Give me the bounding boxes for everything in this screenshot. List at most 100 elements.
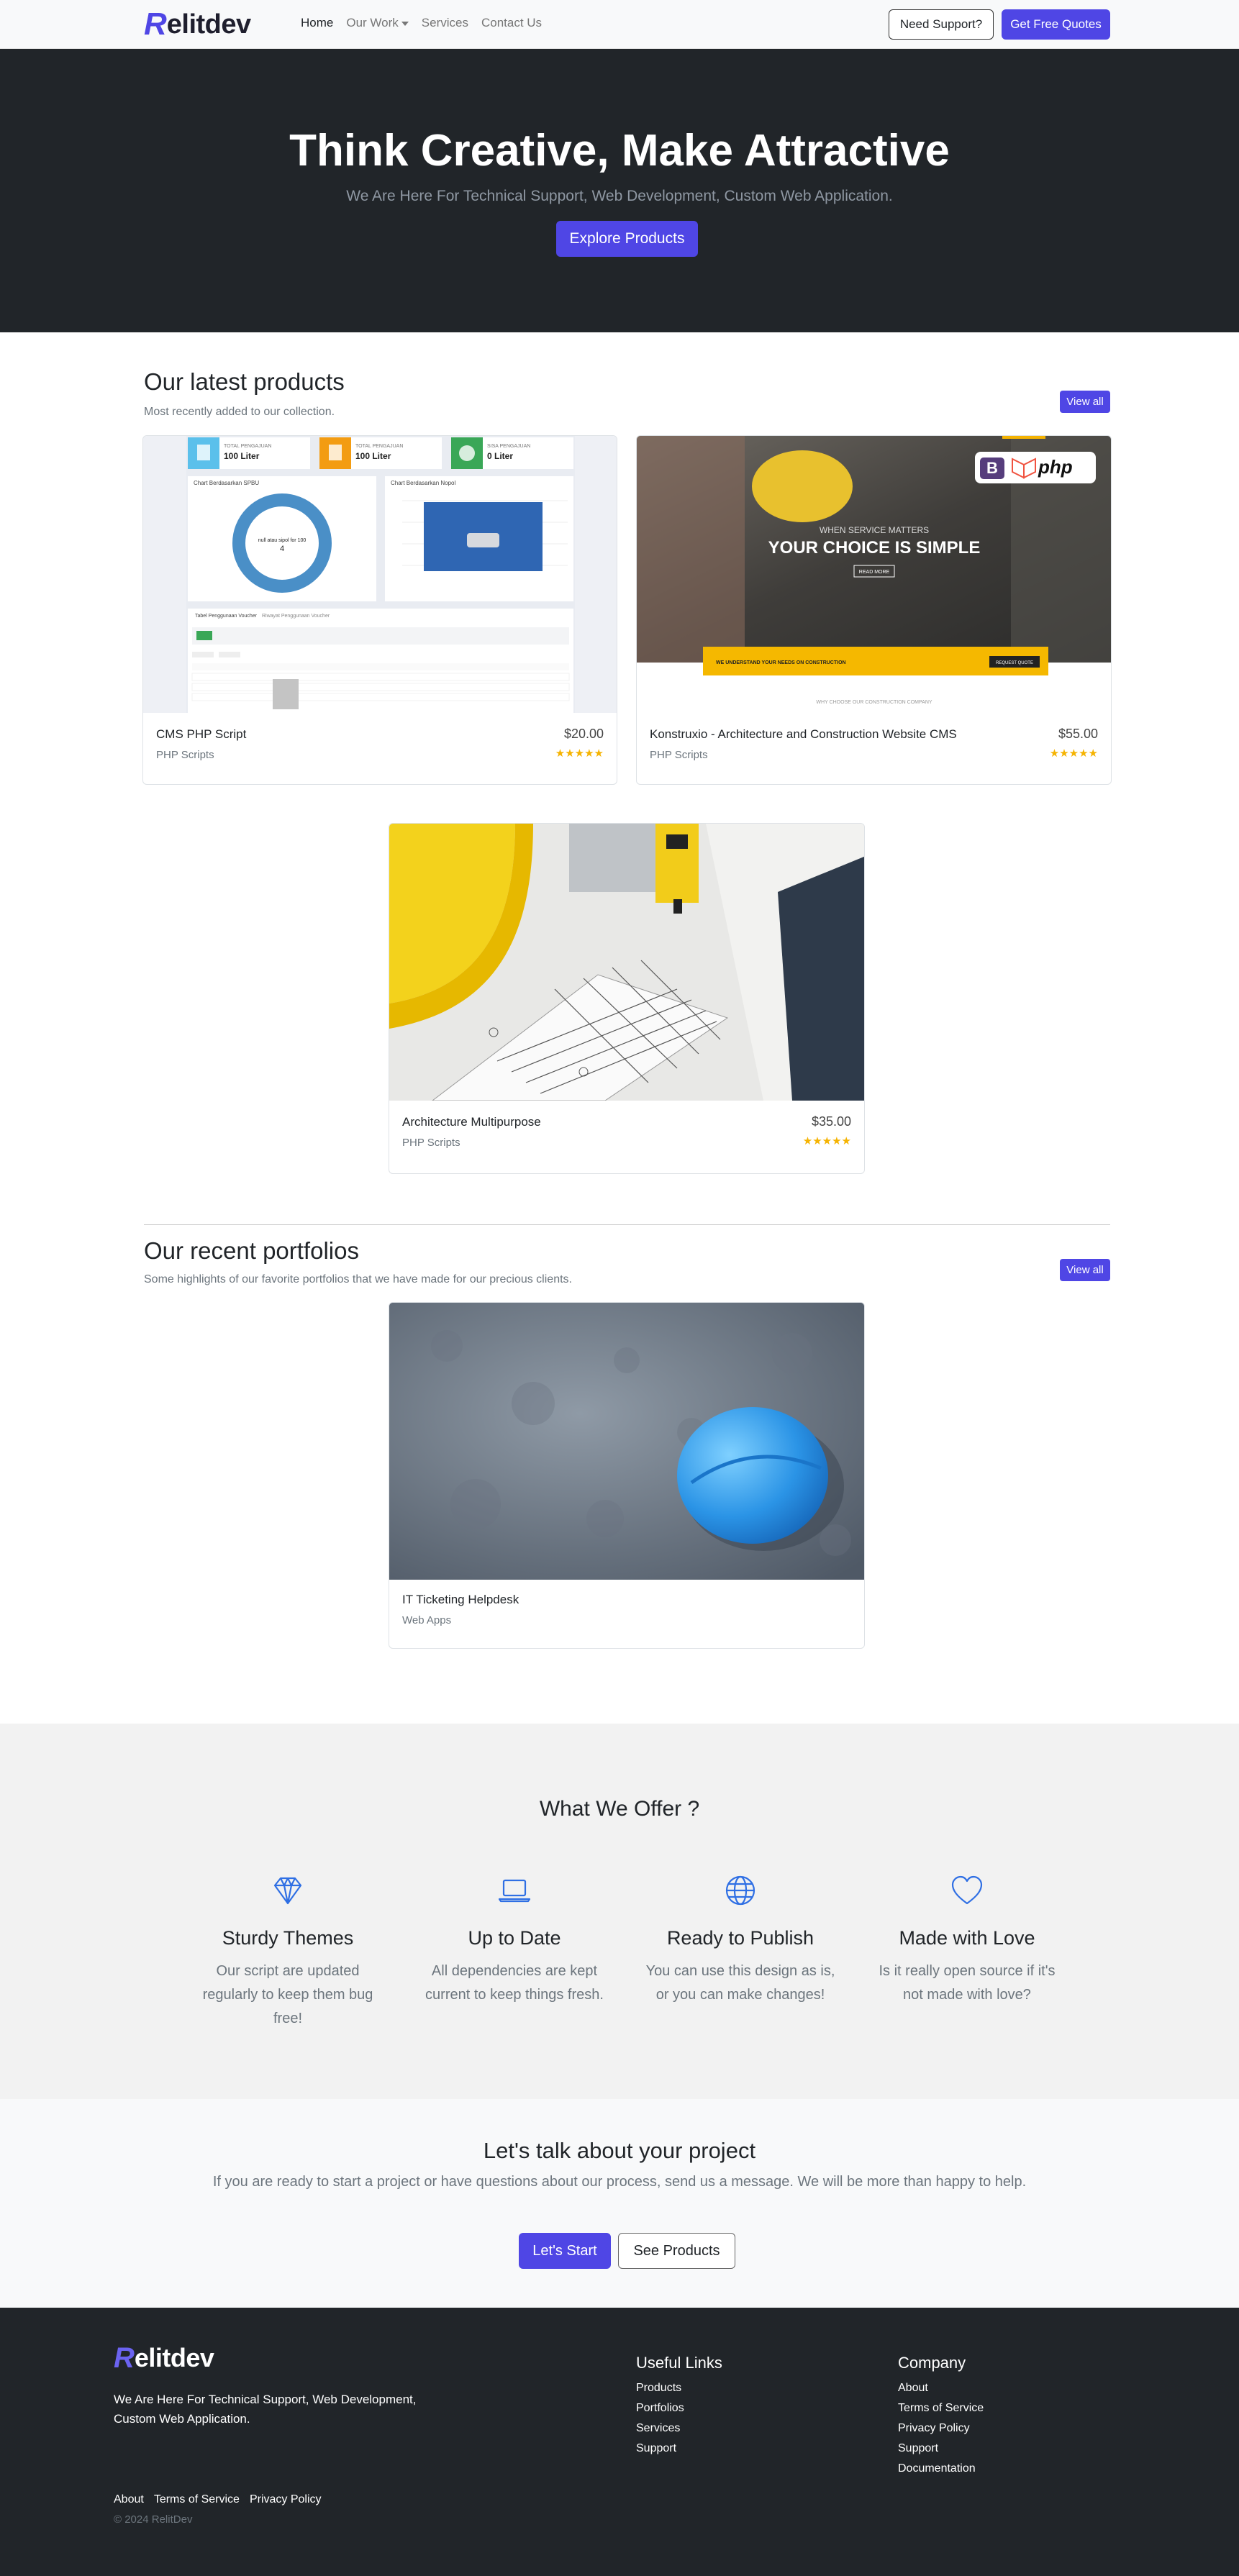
product-category: PHP Scripts <box>402 1137 460 1149</box>
useful-links-list: Products Portfolios Services Support <box>636 2378 684 2459</box>
need-support-button[interactable]: Need Support? <box>889 9 994 40</box>
bootstrap-logo: B <box>986 459 998 477</box>
product-price: $35.00 <box>811 1114 851 1129</box>
product-price: $55.00 <box>1058 727 1098 741</box>
products-view-all-button[interactable]: View all <box>1060 391 1110 413</box>
portfolio-card-it-ticketing[interactable]: IT Ticketing Helpdesk Web Apps <box>389 1302 865 1649</box>
stat1-value: 100 Liter <box>224 451 260 461</box>
product-thumbnail: TOTAL PENGAJUAN 100 Liter TOTAL PENGAJUA… <box>143 436 617 713</box>
footer-link-support[interactable]: Support <box>636 2442 676 2454</box>
offer-title: What We Offer ? <box>539 1797 700 1821</box>
blueprint-photo <box>389 824 864 1101</box>
footer-tagline: We Are Here For Technical Support, Web D… <box>114 2393 417 2426</box>
helmet-on-concrete-photo <box>389 1303 864 1580</box>
footer-link-services[interactable]: Services <box>636 2422 680 2434</box>
why-choose-text: WHY CHOOSE OUR CONSTRUCTION COMPANY <box>816 700 932 705</box>
nav-link-our-work-label: Our Work <box>346 16 399 29</box>
company-links-list: About Terms of Service Privacy Policy Su… <box>898 2378 984 2479</box>
chart1-title: Chart Berdasarkan SPBU <box>194 480 259 486</box>
footer: R elitdev We Are Here For Technical Supp… <box>0 2308 1239 2576</box>
chevron-down-icon <box>401 21 409 26</box>
hero-headline: YOUR CHOICE IS SIMPLE <box>768 538 981 557</box>
footer-bottom-links: About Terms of Service Privacy Policy <box>114 2493 322 2506</box>
portfolio-name[interactable]: IT Ticketing Helpdesk <box>402 1593 519 1607</box>
footer-link-privacy[interactable]: Privacy Policy <box>898 2422 970 2434</box>
product-card-konstruxio[interactable]: B php WHEN SERVICE MATTERS YOUR CHOICE I… <box>636 435 1112 785</box>
donut-text: null atau sipol for 100 <box>258 538 307 543</box>
products-subtitle: Most recently added to our collection. <box>144 406 335 418</box>
stat1-label: TOTAL PENGAJUAN <box>224 444 271 449</box>
portfolios-subtitle: Some highlights of our favorite portfoli… <box>144 1273 572 1285</box>
explore-products-button[interactable]: Explore Products <box>556 221 698 257</box>
hero-tagline: WHEN SERVICE MATTERS <box>820 525 929 535</box>
feature-text: All dependencies are kept current to kee… <box>425 1963 604 2003</box>
footer-link-products[interactable]: Products <box>636 2382 681 2394</box>
hero-title: Think Creative, Make Attractive <box>289 126 950 176</box>
stat2-label: TOTAL PENGAJUAN <box>355 444 403 449</box>
cta-section: Let's talk about your project If you are… <box>0 2099 1239 2308</box>
brand-text: elitdev <box>166 9 251 40</box>
footer-link-about[interactable]: About <box>898 2382 928 2394</box>
product-price: $20.00 <box>563 727 604 741</box>
feature-text: You can use this design as is, or you ca… <box>645 1963 835 2003</box>
product-rating-stars: ★★★★★ <box>1049 747 1098 760</box>
lets-start-button[interactable]: Let's Start <box>519 2233 611 2269</box>
feature-made-with-love: Made with Love Is it really open source … <box>870 1873 1064 2007</box>
product-card-architecture[interactable]: Architecture Multipurpose PHP Scripts $3… <box>389 823 865 1174</box>
see-products-button[interactable]: See Products <box>618 2233 735 2269</box>
feature-title: Up to Date <box>468 1927 561 1949</box>
table-tab1: Tabel Penggunaan Voucher <box>195 614 258 619</box>
nav-link-home[interactable]: Home <box>301 16 333 30</box>
chart2-title: Chart Berdasarkan Nopol <box>391 480 455 486</box>
product-thumbnail <box>389 824 864 1101</box>
footer-brand-text: elitdev <box>134 2343 214 2372</box>
globe-icon <box>725 1875 755 1906</box>
portfolios-view-all-button[interactable]: View all <box>1060 1259 1110 1281</box>
portfolio-thumbnail <box>389 1303 864 1580</box>
laptop-icon <box>498 1879 531 1903</box>
product-name[interactable]: Architecture Multipurpose <box>402 1115 541 1129</box>
cta-text: If you are ready to start a project or h… <box>212 2174 1027 2190</box>
footer-link-terms[interactable]: Terms of Service <box>898 2402 984 2414</box>
product-card-cms-php[interactable]: TOTAL PENGAJUAN 100 Liter TOTAL PENGAJUA… <box>142 435 617 785</box>
footer-brand-mark: R <box>114 2342 135 2374</box>
useful-links-title: Useful Links <box>636 2354 722 2372</box>
copyright: © 2024 RelitDev <box>114 2513 193 2526</box>
footer-bottom-about[interactable]: About <box>114 2493 144 2506</box>
php-logo: php <box>1038 456 1073 478</box>
product-category: PHP Scripts <box>650 749 708 761</box>
footer-brand-logo[interactable]: R elitdev <box>114 2342 214 2374</box>
banner-text: WE UNDERSTAND YOUR NEEDS ON CONSTRUCTION <box>716 660 846 665</box>
product-name[interactable]: Konstruxio - Architecture and Constructi… <box>650 727 957 742</box>
products-title: Our latest products <box>144 368 345 395</box>
nav-link-services[interactable]: Services <box>422 16 468 30</box>
product-thumbnail: B php WHEN SERVICE MATTERS YOUR CHOICE I… <box>637 436 1111 713</box>
footer-link-documentation[interactable]: Documentation <box>898 2462 976 2475</box>
footer-link-company-support[interactable]: Support <box>898 2442 938 2454</box>
nav-link-our-work[interactable]: Our Work <box>346 16 409 30</box>
brand-mark: R <box>144 6 167 42</box>
product-rating-stars: ★★★★★ <box>555 747 604 760</box>
product-category: PHP Scripts <box>156 749 214 761</box>
portfolio-category: Web Apps <box>402 1614 452 1626</box>
get-free-quotes-button[interactable]: Get Free Quotes <box>1002 9 1110 40</box>
footer-bottom-privacy[interactable]: Privacy Policy <box>250 2493 322 2506</box>
offer-section: What We Offer ? Sturdy Themes Our script… <box>0 1724 1239 2099</box>
feature-up-to-date: Up to Date All dependencies are kept cur… <box>417 1873 612 2007</box>
brand-logo[interactable]: R elitdev <box>144 7 251 42</box>
product-name[interactable]: CMS PHP Script <box>156 727 246 742</box>
feature-text: Is it really open source if it's not mad… <box>879 1963 1056 2003</box>
company-title: Company <box>898 2354 966 2372</box>
read-more-text: READ MORE <box>859 570 890 575</box>
nav-links: Home Our Work Services Contact Us <box>301 16 542 30</box>
nav-link-contact[interactable]: Contact Us <box>481 16 542 30</box>
footer-bottom-terms[interactable]: Terms of Service <box>154 2493 240 2506</box>
footer-link-portfolios[interactable]: Portfolios <box>636 2402 684 2414</box>
dashboard-screenshot: TOTAL PENGAJUAN 100 Liter TOTAL PENGAJUA… <box>186 436 575 713</box>
feature-sturdy-themes: Sturdy Themes Our script are updated reg… <box>191 1873 385 2031</box>
stat3-value: 0 Liter <box>487 451 513 461</box>
diamond-icon <box>273 1877 302 1905</box>
construction-site-screenshot: B php WHEN SERVICE MATTERS YOUR CHOICE I… <box>637 436 1111 705</box>
table-tab2: Riwayat Penggunaan Voucher <box>262 614 330 619</box>
hero-subtitle: We Are Here For Technical Support, Web D… <box>346 188 893 204</box>
